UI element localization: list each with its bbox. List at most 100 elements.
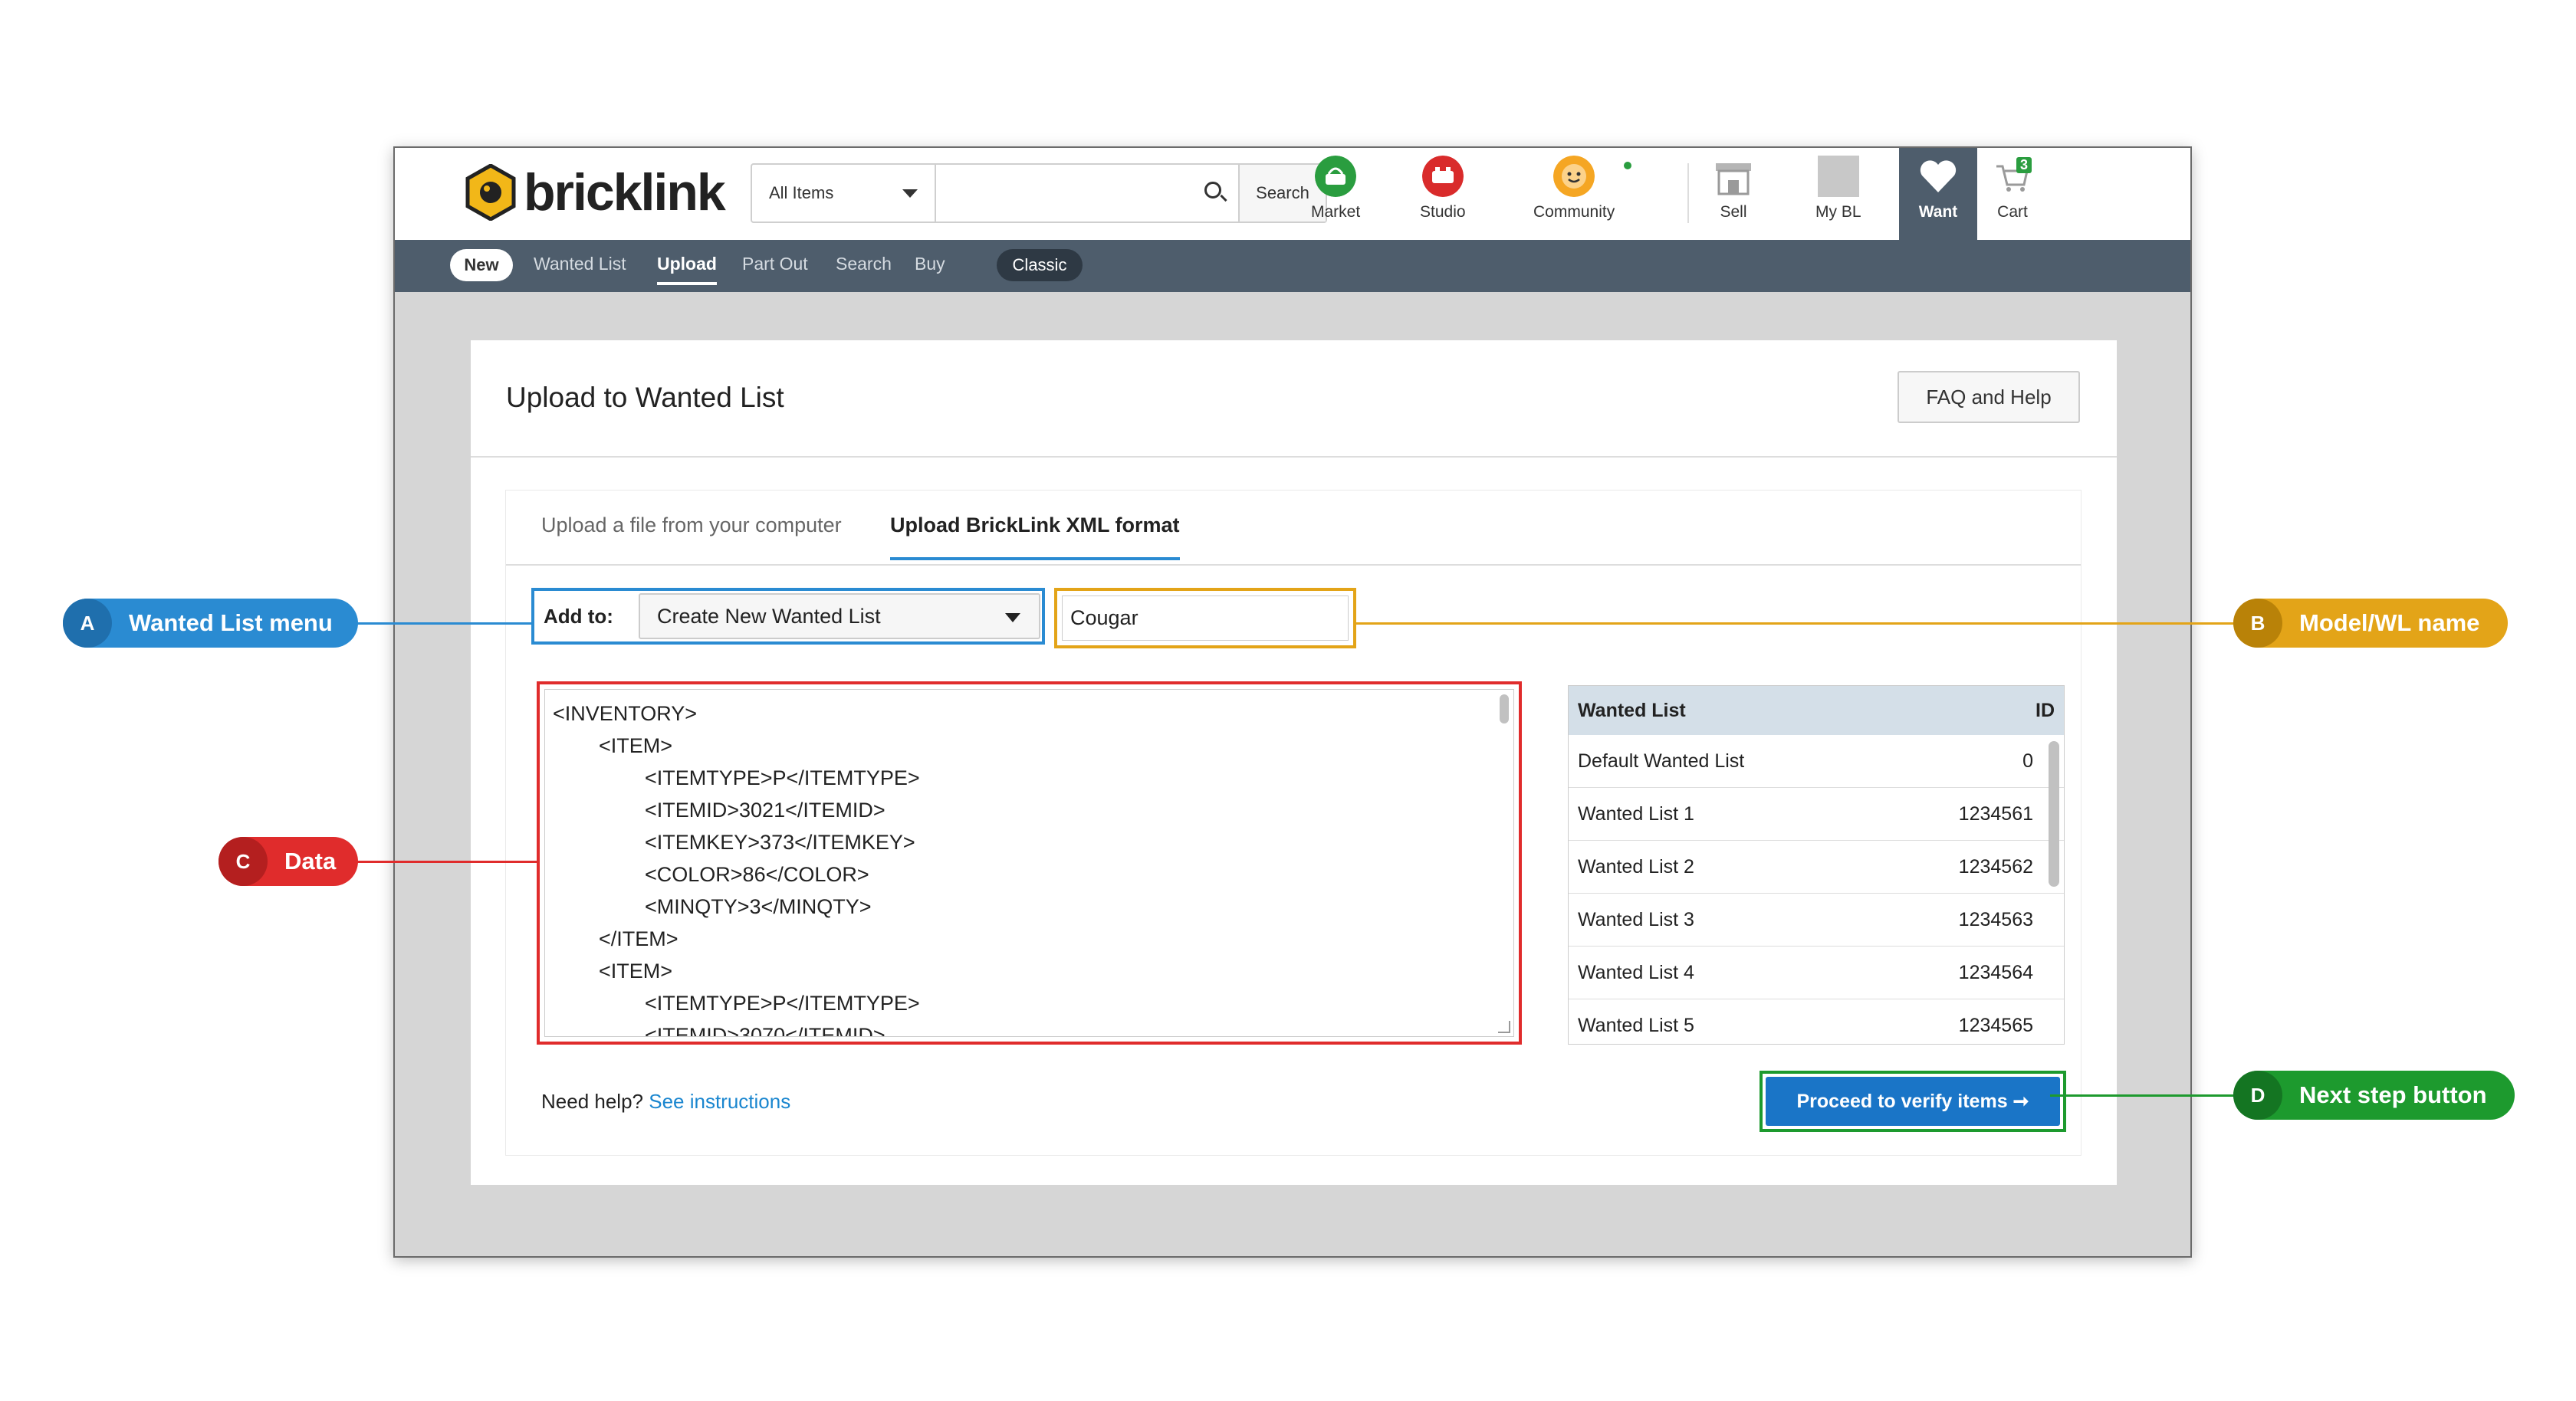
table-row[interactable]: Wanted List 5 1234565 <box>1569 999 2064 1044</box>
wl-id-cell: 1234563 <box>1958 908 2033 930</box>
scrollbar[interactable] <box>2049 741 2059 887</box>
logo-text: bricklink <box>524 163 726 221</box>
wl-id-cell: 1234565 <box>1958 1014 2033 1036</box>
xml-line: <ITEM> <box>599 734 673 757</box>
xml-data-group: <INVENTORY> <ITEM> <ITEMTYPE>P</ITEMTYPE… <box>537 681 1522 1045</box>
callout-b: B Model/WL name <box>2233 599 2508 648</box>
callout-c-label: Data <box>284 848 337 874</box>
nav-want-label: Want <box>1918 203 1958 221</box>
search-input[interactable] <box>936 165 1240 221</box>
page-title: Upload to Wanted List <box>506 382 784 413</box>
wl-name-cell: Wanted List 1 <box>1578 802 1694 825</box>
callout-b-label: Model/WL name <box>2299 609 2480 636</box>
faq-help-button[interactable]: FAQ and Help <box>1898 371 2080 423</box>
wanted-list-table: Wanted List ID Default Wanted List 0 Want… <box>1568 685 2065 1045</box>
xml-line: <ITEMTYPE>P</ITEMTYPE> <box>645 766 920 789</box>
xml-line: <ITEMID>3070</ITEMID> <box>645 1024 886 1037</box>
see-instructions-link[interactable]: See instructions <box>649 1090 790 1113</box>
browser-frame: bricklink All Items Search Market Studio… <box>393 146 2192 1258</box>
wl-id-cell: 0 <box>2022 750 2033 772</box>
subnav-wanted-list[interactable]: Wanted List <box>534 254 626 274</box>
resize-grip-icon[interactable] <box>1498 1021 1510 1033</box>
chevron-down-icon <box>1005 613 1020 622</box>
studio-brick-icon <box>1421 156 1464 197</box>
scrollbar[interactable] <box>1500 694 1509 723</box>
bricklink-logo[interactable]: bricklink <box>465 162 726 223</box>
xml-textarea[interactable]: <INVENTORY> <ITEM> <ITEMTYPE>P</ITEMTYPE… <box>544 689 1514 1037</box>
top-header: bricklink All Items Search Market Studio… <box>395 148 2190 241</box>
help-text: Need help? See instructions <box>541 1090 790 1114</box>
upload-panel: Upload a file from your computer Upload … <box>505 490 2082 1156</box>
nav-want[interactable]: Want <box>1899 148 1977 240</box>
wl-name-cell: Wanted List 3 <box>1578 908 1694 930</box>
wanted-list-select[interactable]: Create New Wanted List <box>639 593 1040 639</box>
nav-market-label: Market <box>1311 203 1361 221</box>
xml-line: <COLOR>86</COLOR> <box>645 863 869 886</box>
xml-line: <INVENTORY> <box>553 702 698 725</box>
search-category-select[interactable]: All Items <box>752 165 936 221</box>
callout-b-letter: B <box>2233 599 2282 648</box>
market-basket-icon <box>1315 156 1357 197</box>
upload-card: Upload to Wanted List FAQ and Help Uploa… <box>471 340 2117 1185</box>
wl-name-input[interactable] <box>1062 596 1349 641</box>
nav-sell[interactable]: Sell <box>1713 156 1754 232</box>
store-icon <box>1716 163 1751 195</box>
table-row[interactable]: Wanted List 1 1234561 <box>1569 788 2064 841</box>
nav-cart-label: Cart <box>1997 203 2028 221</box>
sub-navigation: New Wanted List Upload Part Out Search B… <box>395 240 2190 292</box>
table-row[interactable]: Default Wanted List 0 <box>1569 735 2064 788</box>
wl-id-cell: 1234561 <box>1958 802 2033 825</box>
xml-line: <MINQTY>3</MINQTY> <box>645 895 872 918</box>
nav-market[interactable]: Market <box>1311 156 1360 232</box>
callout-c: C Data <box>219 837 358 886</box>
table-row[interactable]: Wanted List 4 1234564 <box>1569 947 2064 999</box>
nav-studio[interactable]: Studio <box>1420 156 1466 232</box>
xml-line: <ITEMKEY>373</ITEMKEY> <box>645 831 915 854</box>
callout-d-letter: D <box>2233 1071 2282 1120</box>
divider <box>471 456 2117 458</box>
search-group: All Items Search <box>751 163 1327 223</box>
add-to-group: Add to: Create New Wanted List <box>531 588 1045 645</box>
chevron-down-icon <box>902 189 918 198</box>
nav-divider <box>1687 163 1689 223</box>
nav-mybl-label: My BL <box>1815 203 1861 221</box>
callout-d-leader <box>2050 1094 2242 1097</box>
wl-name-group <box>1054 588 1356 648</box>
wl-name-cell: Default Wanted List <box>1578 750 1745 772</box>
nav-community-label: Community <box>1533 203 1615 221</box>
wl-name-cell: Wanted List 5 <box>1578 1014 1694 1036</box>
classic-toggle[interactable]: Classic <box>997 249 1083 281</box>
subnav-part-out[interactable]: Part Out <box>742 254 808 274</box>
table-row[interactable]: Wanted List 3 1234563 <box>1569 894 2064 947</box>
new-pill[interactable]: New <box>450 249 513 281</box>
callout-a-leader <box>353 622 531 625</box>
column-header-id: ID <box>2036 699 2055 721</box>
table-row[interactable]: Wanted List 2 1234562 <box>1569 841 2064 894</box>
zoom-search-icon[interactable] <box>1204 182 1221 199</box>
subnav-buy[interactable]: Buy <box>915 254 945 274</box>
heart-icon <box>1920 160 1957 192</box>
wl-name-cell: Wanted List 2 <box>1578 855 1694 878</box>
tab-upload-xml[interactable]: Upload BrickLink XML format <box>890 513 1180 560</box>
callout-a-letter: A <box>63 599 112 648</box>
subnav-search[interactable]: Search <box>836 254 892 274</box>
nav-studio-label: Studio <box>1420 203 1466 221</box>
tab-upload-file[interactable]: Upload a file from your computer <box>541 513 842 537</box>
nav-community[interactable]: Community <box>1533 156 1631 232</box>
avatar-icon <box>1817 156 1859 197</box>
wanted-list-select-value: Create New Wanted List <box>657 604 881 628</box>
nav-mybl[interactable]: My BL <box>1815 156 1861 232</box>
logo-brick-icon <box>465 164 516 221</box>
add-to-label: Add to: <box>544 604 613 628</box>
xml-line: </ITEM> <box>599 927 678 950</box>
subnav-upload[interactable]: Upload <box>657 254 717 285</box>
proceed-button[interactable]: Proceed to verify items ➞ <box>1766 1077 2060 1126</box>
proceed-group: Proceed to verify items ➞ <box>1760 1071 2066 1132</box>
wl-id-cell: 1234562 <box>1958 855 2033 878</box>
callout-a-label: Wanted List menu <box>129 609 333 636</box>
search-category-value: All Items <box>769 183 834 202</box>
cart-badge: 3 <box>2016 157 2032 173</box>
community-face-icon <box>1553 156 1595 197</box>
callout-d-label: Next step button <box>2299 1081 2487 1108</box>
nav-cart[interactable]: 3 Cart <box>1992 156 2033 232</box>
